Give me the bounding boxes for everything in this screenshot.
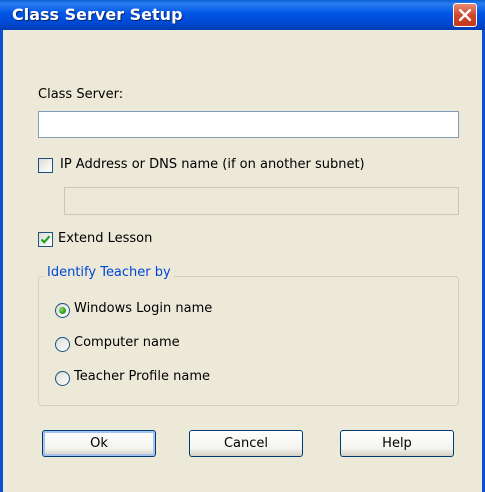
identify-teacher-legend: Identify Teacher by <box>44 265 174 280</box>
window-title: Class Server Setup <box>12 5 183 24</box>
radio-computer-name-label: Computer name <box>74 335 180 350</box>
dialog-window: Class Server Setup Class Server: IP Addr… <box>0 0 485 492</box>
ip-address-checkbox[interactable] <box>38 158 53 173</box>
checkmark-icon <box>40 235 51 244</box>
close-icon <box>459 9 471 21</box>
ip-address-label: IP Address or DNS name (if on another su… <box>60 157 365 172</box>
radio-teacher-profile[interactable] <box>55 371 70 386</box>
radio-teacher-profile-label: Teacher Profile name <box>74 369 210 384</box>
extend-lesson-checkbox[interactable] <box>38 232 53 247</box>
radio-windows-login-label: Windows Login name <box>74 301 213 316</box>
extend-lesson-label: Extend Lesson <box>58 231 153 246</box>
radio-computer-name[interactable] <box>55 337 70 352</box>
cancel-button[interactable]: Cancel <box>189 430 303 457</box>
close-button[interactable] <box>453 3 477 27</box>
help-button[interactable]: Help <box>340 430 454 457</box>
ip-address-input[interactable] <box>64 187 459 215</box>
class-server-label: Class Server: <box>38 87 124 102</box>
class-server-input[interactable] <box>38 111 459 138</box>
radio-selected-dot <box>59 307 66 314</box>
window-frame-left <box>0 30 3 492</box>
ok-button[interactable]: Ok <box>42 430 156 457</box>
title-bar[interactable]: Class Server Setup <box>0 0 485 30</box>
radio-windows-login[interactable] <box>55 303 70 318</box>
